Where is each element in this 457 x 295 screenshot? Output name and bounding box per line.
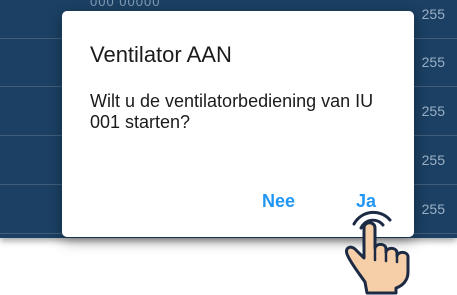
dialog-title: Ventilator AAN xyxy=(90,42,232,67)
no-button[interactable]: Nee xyxy=(262,191,295,212)
tapping-hand-icon xyxy=(345,210,410,295)
dialog-message: Wilt u de ventilatorbediening van IU 001… xyxy=(90,91,374,132)
